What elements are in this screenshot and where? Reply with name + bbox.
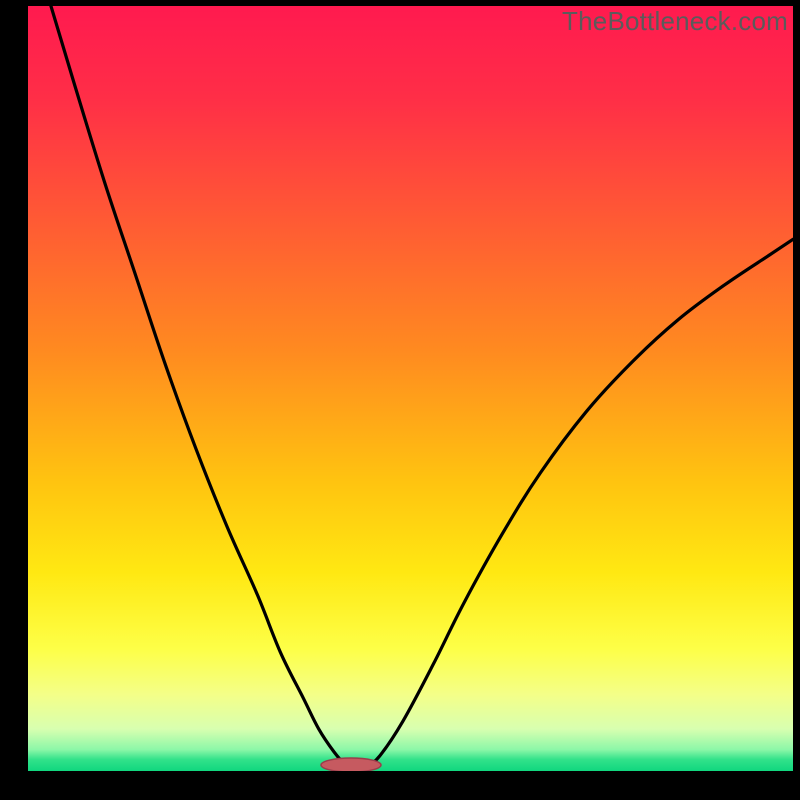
optimum-marker xyxy=(321,758,381,771)
gradient-background xyxy=(28,6,793,771)
chart-frame: TheBottleneck.com xyxy=(0,0,800,800)
bottleneck-chart xyxy=(28,6,793,771)
